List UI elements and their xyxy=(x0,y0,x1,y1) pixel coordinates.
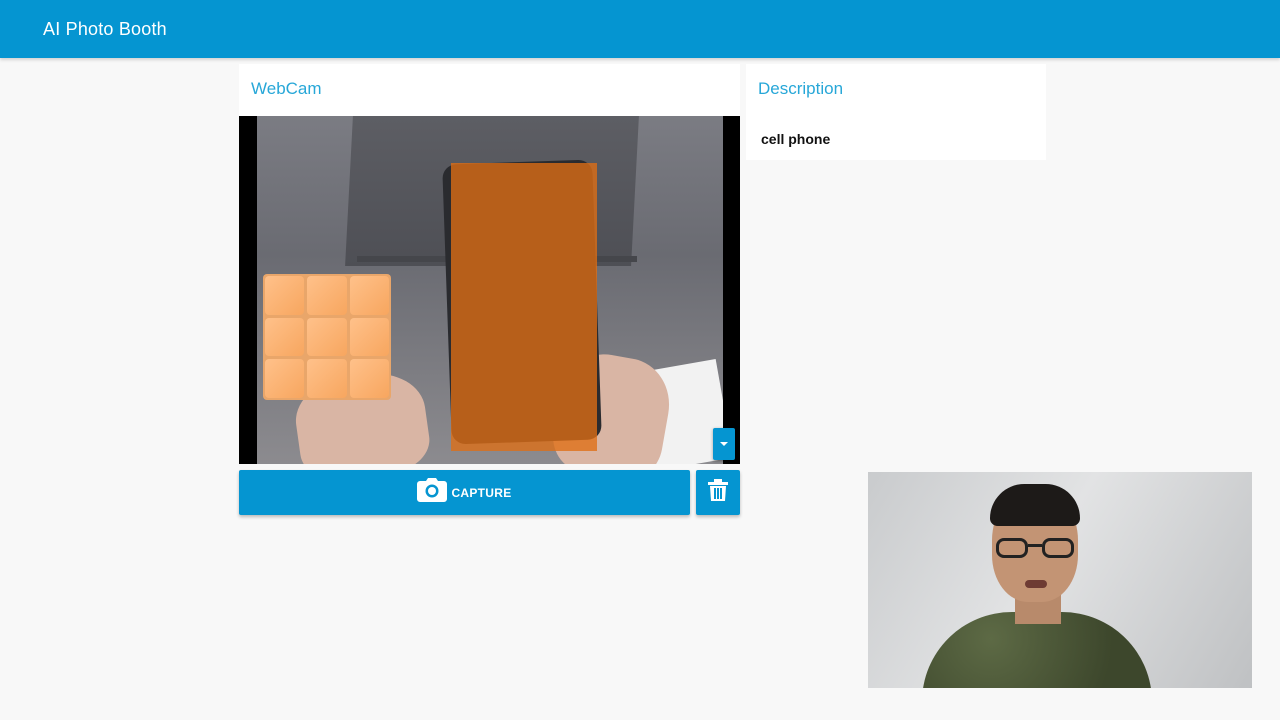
presenter-glasses xyxy=(994,538,1078,560)
description-title: Description xyxy=(758,79,844,98)
app-bar: AI Photo Booth xyxy=(0,0,1280,58)
app-title: AI Photo Booth xyxy=(43,19,167,39)
webcam-video xyxy=(239,116,740,464)
detected-object-label: cell phone xyxy=(761,131,831,147)
caret-down-icon xyxy=(720,442,728,446)
presenter-mouth xyxy=(1025,580,1047,588)
webcam-frame xyxy=(257,116,723,464)
camera-icon xyxy=(417,478,448,507)
delete-button[interactable] xyxy=(696,470,740,515)
detection-box xyxy=(451,163,597,451)
presenter-video xyxy=(868,472,1252,688)
trash-icon xyxy=(708,479,728,506)
capture-label: CAPTURE xyxy=(451,485,512,500)
capture-button[interactable]: CAPTURE xyxy=(239,470,690,515)
webcam-card-header: WebCam xyxy=(239,64,740,116)
webcam-title: WebCam xyxy=(251,79,322,98)
rubiks-cube xyxy=(263,274,391,400)
description-card: Description cell phone xyxy=(746,64,1046,160)
camera-select-toggle[interactable] xyxy=(713,428,735,460)
presenter-hair xyxy=(990,484,1080,526)
